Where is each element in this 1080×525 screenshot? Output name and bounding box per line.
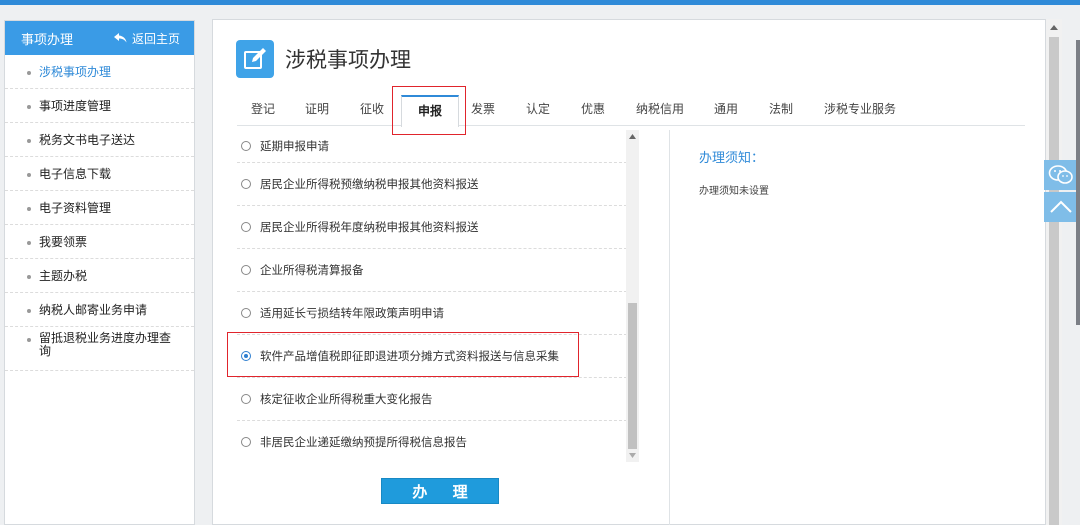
highlight-box-tab [392,86,466,135]
tab-professional-services[interactable]: 涉税专业服务 [824,100,896,117]
notes-body: 办理须知未设置 [699,186,769,197]
sidebar-item-get-invoice[interactable]: 我要领票 [5,225,194,259]
back-arrow-icon [113,33,127,43]
list-scroll-thumb[interactable] [628,303,637,449]
radio-button[interactable] [241,179,251,189]
tab-preferential[interactable]: 优惠 [581,100,605,117]
highlight-box-selected-item [227,332,579,377]
page-scrollbar[interactable] [1046,19,1062,525]
sidebar-item-label: 纳税人邮寄业务申请 [39,303,148,317]
tab-bar: 登记 证明 征收 申报 发票 认定 优惠 纳税信用 通用 法制 涉税专业服务 [237,95,1025,127]
radio-button[interactable] [241,437,251,447]
list-item[interactable]: 居民企业所得税年度纳税申报其他资料报送 [237,206,627,249]
list-item[interactable]: 居民企业所得税预缴纳税申报其他资料报送 [237,163,627,206]
sidebar-item-progress[interactable]: 事项进度管理 [5,89,194,123]
main-panel: 涉税事项办理 登记 证明 征收 申报 发票 认定 优惠 纳税信用 通用 法制 涉… [212,19,1046,525]
window-edge-bar [1076,40,1080,325]
sidebar-item-refund-query[interactable]: 留抵退税业务进度办理查询 [5,327,194,371]
list-item[interactable]: 非居民企业递延缴纳预提所得税信息报告 [237,421,627,462]
radio-button[interactable] [241,222,251,232]
wechat-icon[interactable] [1044,160,1078,190]
edit-icon [236,40,274,78]
sidebar-item-e-documents[interactable]: 电子资料管理 [5,191,194,225]
list-item-label: 居民企业所得税年度纳税申报其他资料报送 [260,220,479,234]
list-item-label: 延期申报申请 [260,139,329,153]
radio-button[interactable] [241,308,251,318]
top-accent-bar [0,0,1080,5]
scroll-up-arrow-icon[interactable] [626,130,639,143]
back-home-label: 返回主页 [131,31,180,46]
page-scroll-thumb[interactable] [1049,37,1059,525]
list-item-label: 企业所得税清算报备 [260,263,364,277]
sidebar-title: 事项办理 [21,32,74,48]
tab-collection[interactable]: 征收 [360,100,384,117]
sidebar-item-mail-request[interactable]: 纳税人邮寄业务申请 [5,293,194,327]
tab-invoice[interactable]: 发票 [471,100,495,117]
matter-list: 延期申报申请 居民企业所得税预缴纳税申报其他资料报送 居民企业所得税年度纳税申报… [237,130,642,462]
sidebar-header: 事项办理 返回主页 [5,21,194,55]
list-item-label: 居民企业所得税预缴纳税申报其他资料报送 [260,177,479,191]
notes-title: 办理须知： [699,151,765,166]
sidebar-item-label: 电子信息下载 [39,167,112,181]
tab-legal[interactable]: 法制 [769,100,793,117]
tab-registration[interactable]: 登记 [251,100,275,117]
tab-credit[interactable]: 纳税信用 [636,100,684,117]
page-scroll-up-arrow-icon[interactable] [1046,19,1062,35]
vertical-divider [669,130,670,525]
list-item[interactable]: 适用延长亏损结转年限政策声明申请 [237,292,627,335]
list-item[interactable]: 企业所得税清算报备 [237,249,627,292]
sidebar-item-label: 主题办税 [39,269,88,283]
sidebar-item-theme-tax[interactable]: 主题办税 [5,259,194,293]
tab-certificate[interactable]: 证明 [305,100,329,117]
list-item[interactable]: 核定征收企业所得税重大变化报告 [237,378,627,421]
tab-general[interactable]: 通用 [714,100,738,117]
back-home-link[interactable]: 返回主页 [113,30,180,47]
radio-button[interactable] [241,141,251,151]
sidebar-item-e-download[interactable]: 电子信息下载 [5,157,194,191]
sidebar-item-label: 电子资料管理 [39,201,112,215]
sidebar-item-label: 税务文书电子送达 [39,133,136,147]
list-item-label: 非居民企业递延缴纳预提所得税信息报告 [260,435,467,449]
sidebar-item-tax-matters[interactable]: 涉税事项办理 [5,55,194,89]
tab-certification[interactable]: 认定 [526,100,550,117]
sidebar-item-label: 留抵退税业务进度办理查询 [39,331,172,358]
sidebar-item-label: 涉税事项办理 [39,65,112,79]
list-item[interactable]: 延期申报申请 [237,130,627,163]
sidebar: 事项办理 返回主页 涉税事项办理 事项进度管理 税务文书电子送达 电子信息下载 … [4,20,195,525]
chevron-up-icon[interactable] [1044,192,1078,222]
scroll-down-arrow-icon[interactable] [626,449,639,462]
list-item-label: 适用延长亏损结转年限政策声明申请 [260,306,444,320]
sidebar-item-label: 事项进度管理 [39,99,112,113]
radio-button[interactable] [241,394,251,404]
page-title: 涉税事项办理 [285,48,411,72]
list-item-label: 核定征收企业所得税重大变化报告 [260,392,433,406]
sidebar-item-e-delivery[interactable]: 税务文书电子送达 [5,123,194,157]
radio-button[interactable] [241,265,251,275]
sidebar-item-label: 我要领票 [39,235,88,249]
handle-button[interactable]: 办 理 [381,478,499,504]
list-scrollbar[interactable] [626,130,639,462]
